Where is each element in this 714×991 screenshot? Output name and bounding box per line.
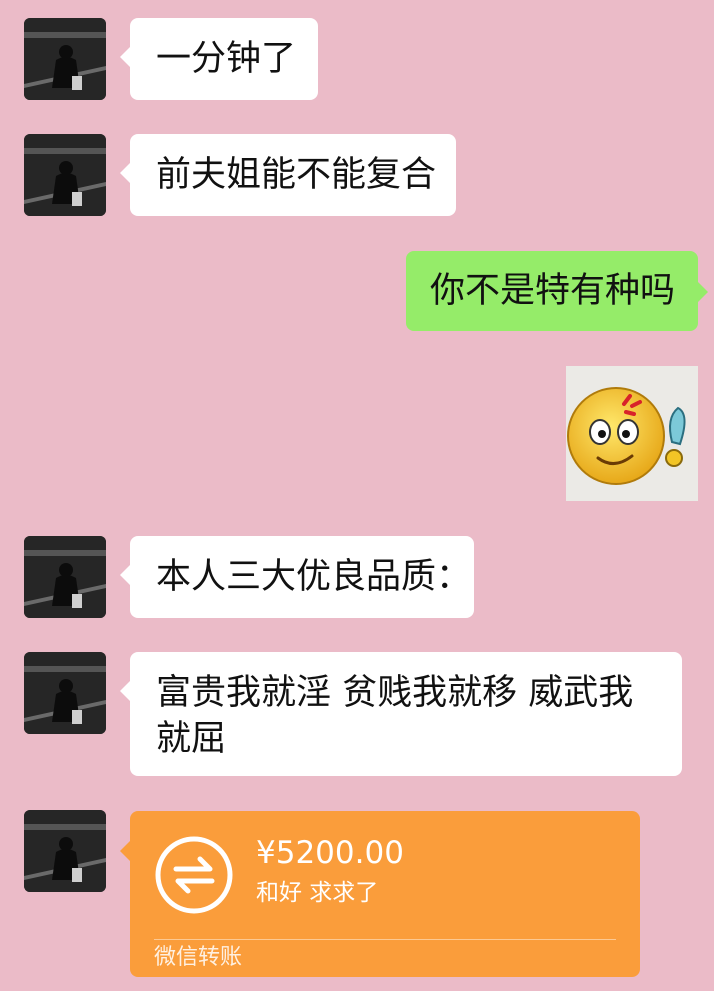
message-bubble[interactable]: 富贵我就淫 贫贱我就移 威武我就屈	[120, 652, 682, 776]
message-text: 你不是特有种吗	[430, 271, 676, 311]
transfer-amount: ¥5200.00	[256, 835, 404, 871]
message-bubble[interactable]: 一分钟了	[120, 18, 318, 100]
message-text: 一分钟了	[156, 39, 297, 79]
transfer-footer-label: 微信转账	[154, 945, 243, 970]
transfer-note: 和好 求求了	[256, 880, 379, 906]
message-text: 前夫姐能不能复合	[156, 155, 437, 195]
contact-avatar[interactable]	[24, 652, 106, 734]
wechat-transfer-card[interactable]: ¥5200.00 和好 求求了 微信转账	[120, 811, 640, 977]
message-bubble[interactable]: 前夫姐能不能复合	[120, 134, 456, 216]
message-bubble-self[interactable]: 你不是特有种吗	[406, 251, 708, 331]
divider	[154, 939, 616, 940]
contact-avatar[interactable]	[24, 536, 106, 618]
contact-avatar[interactable]	[24, 18, 106, 100]
transfer-arrows-icon	[154, 835, 234, 915]
angry-smiley-sticker[interactable]	[566, 366, 698, 501]
message-bubble[interactable]: 本人三大优良品质：	[120, 536, 474, 618]
message-text: 富贵我就淫 贫贱我就移 威武我就屈	[156, 673, 634, 759]
contact-avatar[interactable]	[24, 134, 106, 216]
message-text: 本人三大优良品质：	[156, 557, 472, 597]
contact-avatar[interactable]	[24, 810, 106, 892]
